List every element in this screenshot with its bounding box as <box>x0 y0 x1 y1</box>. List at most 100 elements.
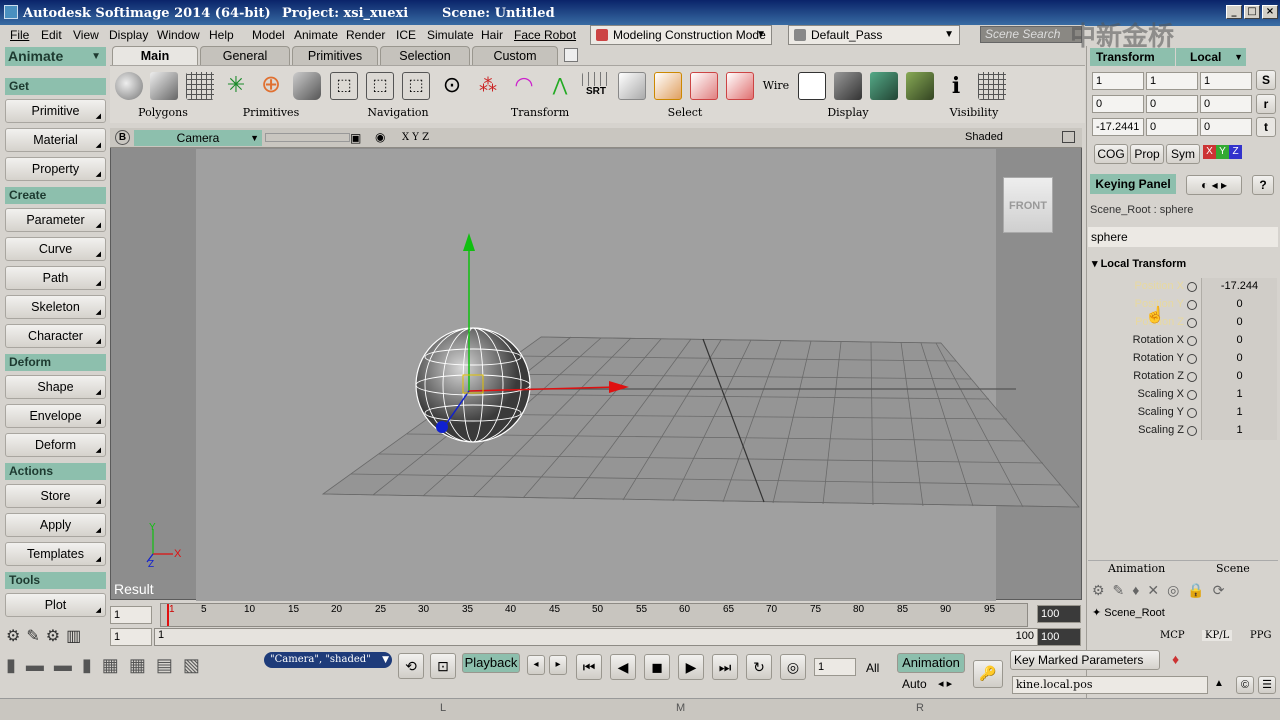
auto-key-button[interactable]: Auto <box>902 677 927 691</box>
view-cube[interactable]: FRONT <box>1003 177 1053 233</box>
shading-dropdown[interactable]: Shaded <box>965 131 1003 143</box>
snap-icon[interactable]: ⟲ <box>398 653 424 679</box>
param-row[interactable]: Scaling Y 1 <box>1089 404 1277 422</box>
menu-animate[interactable]: Animate <box>294 28 338 42</box>
rotate-mode-button[interactable]: r <box>1256 94 1276 114</box>
explorer-toolbar[interactable]: ⚙✎♦✕◎🔒⟳ <box>1092 582 1262 602</box>
rotate-x-field[interactable]: 0 <box>1092 95 1144 113</box>
animate-circle-icon[interactable] <box>1187 282 1197 292</box>
camera-tool-icon[interactable] <box>293 72 321 100</box>
translate-y-field[interactable]: 0 <box>1146 118 1198 136</box>
param-value[interactable]: 0 <box>1201 350 1277 368</box>
param-row[interactable]: Position Z0 <box>1089 314 1277 332</box>
scene-search-input[interactable]: Scene Search <box>980 26 1082 43</box>
select-polygon-icon[interactable] <box>726 72 754 100</box>
menu-icon[interactable]: ☰ <box>1258 676 1276 694</box>
left-bottom-tools[interactable]: ⚙✎⚙▥ <box>6 626 106 648</box>
kine-path-field[interactable]: kine.local.pos <box>1012 676 1208 694</box>
store-button[interactable]: Store ◢ <box>5 484 106 508</box>
cube-tool-icon[interactable] <box>150 72 178 100</box>
sphere-object[interactable] <box>415 327 531 443</box>
xyz-toggles[interactable]: X Y Z <box>402 132 429 143</box>
param-row[interactable]: Rotation Y 0 <box>1089 350 1277 368</box>
rotate-tool-icon[interactable]: ◠ <box>510 72 538 100</box>
section-actions[interactable]: Actions <box>5 463 106 480</box>
animate-circle-icon[interactable] <box>1187 408 1197 418</box>
envelope-button[interactable]: Envelope ◢ <box>5 404 106 428</box>
scale-x-field[interactable]: 1 <box>1092 72 1144 90</box>
tab-custom[interactable]: Custom <box>472 46 558 65</box>
textured-decal-icon[interactable] <box>906 72 934 100</box>
sym-button[interactable]: Sym <box>1166 144 1200 164</box>
key-marked-icon[interactable]: ♦ <box>1172 651 1179 667</box>
scale-z-field[interactable]: 1 <box>1200 72 1252 90</box>
textured-icon[interactable] <box>870 72 898 100</box>
param-value[interactable]: 1 <box>1201 404 1277 422</box>
animate-circle-icon[interactable] <box>1187 300 1197 310</box>
module-dropdown[interactable]: Animate ▼ <box>5 47 106 66</box>
timeline-end-field[interactable]: 100 <box>1037 605 1081 623</box>
sphere-tool-icon[interactable] <box>115 72 143 100</box>
tab-scene[interactable]: Scene <box>1216 562 1250 575</box>
menu-view[interactable]: View <box>73 28 99 42</box>
menu-render[interactable]: Render <box>346 28 385 42</box>
templates-button[interactable]: Templates ◢ <box>5 542 106 566</box>
eye-icon[interactable]: ◉ <box>375 130 385 144</box>
target-icon[interactable]: ⊙ <box>438 72 466 100</box>
menu-display[interactable]: Display <box>109 28 148 42</box>
param-value[interactable]: -17.244 <box>1201 278 1277 296</box>
3d-viewport[interactable]: FRONT Result Y X Z <box>110 128 1082 601</box>
prev-key-icon[interactable]: ◂ <box>527 655 545 675</box>
scale-mode-button[interactable]: S <box>1256 70 1276 90</box>
menu-hair[interactable]: Hair <box>481 28 503 42</box>
animate-circle-icon[interactable] <box>1187 372 1197 382</box>
section-create[interactable]: Create <box>5 187 106 204</box>
object-name-field[interactable]: sphere <box>1088 227 1278 247</box>
view-info-dropdown[interactable]: "Camera", "shaded" ▼ <box>264 652 392 668</box>
primitive-button[interactable]: Primitive ◢ <box>5 99 106 123</box>
param-row[interactable]: Scaling X 1 <box>1089 386 1277 404</box>
param-row[interactable]: Rotation X 0 <box>1089 332 1277 350</box>
menu-simulate[interactable]: Simulate <box>427 28 474 42</box>
light-tool-icon[interactable]: ⊕ <box>257 72 285 100</box>
scale-tool-icon[interactable]: ⋀ <box>546 72 574 100</box>
mode-dropdown[interactable]: Modeling Construction Mode ▼ <box>590 25 772 45</box>
section-get[interactable]: Get <box>5 78 106 95</box>
info-icon[interactable]: i <box>942 72 970 100</box>
tab-animation[interactable]: Animation <box>1108 562 1165 575</box>
minimize-icon[interactable]: _ <box>1226 5 1242 19</box>
section-tools[interactable]: Tools <box>5 572 106 589</box>
kine-dropdown-icon[interactable]: ▲ <box>1214 678 1224 689</box>
maximize-icon[interactable]: □ <box>1244 5 1260 19</box>
param-value[interactable]: 0 <box>1201 314 1277 332</box>
frame-all-icon[interactable]: ⬚ <box>366 72 394 100</box>
translate-z-field[interactable]: 0 <box>1200 118 1252 136</box>
tab-primitives[interactable]: Primitives <box>292 46 378 65</box>
camera-dropdown[interactable]: Camera ▼ <box>134 130 262 146</box>
skeleton-button[interactable]: Skeleton ◢ <box>5 295 106 319</box>
select-edge-icon[interactable] <box>690 72 718 100</box>
deform-button[interactable]: Deform ◢ <box>5 433 106 457</box>
local-transform-header[interactable]: ▾ Local Transform <box>1092 257 1186 270</box>
keying-panel-button[interactable]: Keying Panel <box>1090 174 1176 194</box>
tab-ppg[interactable]: PPG <box>1250 630 1271 641</box>
translate-x-field[interactable]: -17.2441 <box>1092 118 1144 136</box>
select-object-icon[interactable] <box>618 72 646 100</box>
null-tool-icon[interactable]: ✳ <box>222 72 250 100</box>
auto-nav-buttons[interactable]: ◂ ▸ <box>938 677 952 690</box>
pass-dropdown[interactable]: Default_Pass ▼ <box>788 25 960 45</box>
grid-tool-icon[interactable] <box>186 72 214 100</box>
bounding-box-icon[interactable] <box>798 72 826 100</box>
timeline-start-field[interactable]: 1 <box>110 606 152 624</box>
close-icon[interactable]: × <box>1262 5 1278 19</box>
animate-circle-icon[interactable] <box>1187 318 1197 328</box>
add-tab-icon[interactable] <box>564 48 578 62</box>
prev-frame-icon[interactable]: ◀ <box>610 654 636 680</box>
tab-selection[interactable]: Selection <box>380 46 470 65</box>
curve-button[interactable]: Curve ◢ <box>5 237 106 261</box>
param-value[interactable]: 1 <box>1201 386 1277 404</box>
refresh-icon[interactable]: © <box>1236 676 1254 694</box>
param-row[interactable]: Position Y0 <box>1089 296 1277 314</box>
prop-button[interactable]: Prop <box>1130 144 1164 164</box>
animation-button[interactable]: Animation <box>897 653 965 673</box>
